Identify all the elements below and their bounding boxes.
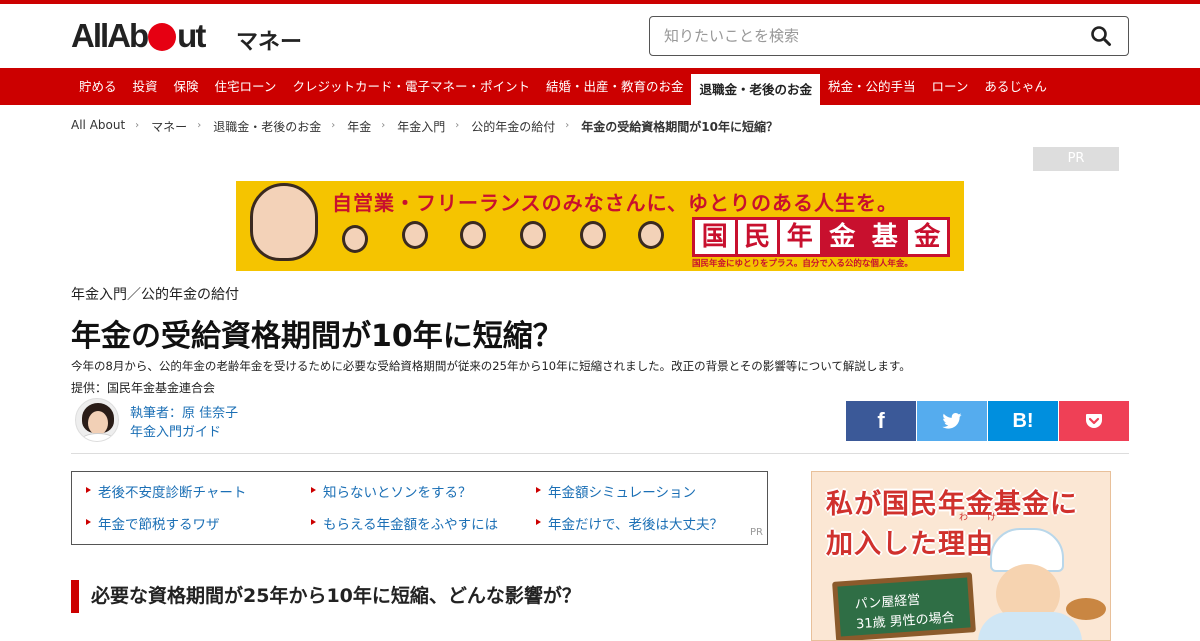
nav-item[interactable]: クレジットカード・電子マネー・ポイント [284,68,538,105]
breadcrumb-item[interactable]: 年金入門 [397,118,445,135]
chalkboard-sign: パン屋経営 31歳 男性の場合 [832,572,976,640]
hatena-icon: B! [1012,409,1034,432]
person-illustration [342,225,368,253]
brand-char: 金 [907,220,947,254]
divider [71,453,1129,454]
nav-item[interactable]: 貯める [71,68,125,105]
nav-item[interactable]: 退職金・老後のお金 [691,74,820,105]
breadcrumb-item[interactable]: マネー [151,118,187,135]
article-category[interactable]: 年金入門／公的年金の給付 [71,284,239,304]
nav-item[interactable]: あるじゃん [976,68,1055,105]
section-name[interactable]: マネー [236,24,302,56]
pr-link[interactable]: もらえる年金額をふやすには [311,513,498,533]
person-illustration [460,221,486,249]
brand-char: 国 [695,220,735,254]
section-heading: 必要な資格期間が25年から10年に短縮、どんな影響が？ [71,580,581,613]
breadcrumb-item[interactable]: 退職金・老後のお金 [213,118,321,135]
side-ad-headline: 加入した理由 [826,529,994,560]
brand-char: 基 [865,220,905,254]
pr-link[interactable]: 年金額シミュレーション [536,481,696,501]
brand-char: 年 [780,220,820,254]
page-title: 年金の受給資格期間が10年に短縮？ [71,319,563,354]
author-role-link[interactable]: 年金入門ガイド [130,421,221,440]
site-header: AllAb ut マネー [0,4,1200,68]
pr-label: PR [750,527,763,538]
breadcrumb-separator-icon: › [381,120,386,131]
author-info[interactable]: 執筆者：原 佳奈子 年金入門ガイド [71,398,271,444]
breadcrumb-item[interactable]: All About [71,118,125,135]
pr-link[interactable]: 知らないとソンをする？ [311,481,472,501]
search-box[interactable] [649,16,1129,56]
twitter-icon [942,413,962,429]
breadcrumb-item: 年金の受給資格期間が10年に短縮？ [581,120,778,134]
nav-item[interactable]: 保険 [166,68,207,105]
nav-item[interactable]: 投資 [125,68,166,105]
brand-char: 金 [822,220,862,254]
ad-banner[interactable]: 自営業・フリーランスのみなさんに、ゆとりのある人生を。 国民年金基金 国民年金に… [236,181,964,271]
side-ad-headline: 私が国民年金基金に [826,489,1078,520]
ad-headline: 自営業・フリーランスのみなさんに、ゆとりのある人生を。 [332,191,898,215]
breadcrumb-item[interactable]: 年金 [347,118,371,135]
bread-illustration [1066,598,1106,620]
hatena-bookmark-button[interactable]: B! [988,401,1058,441]
allabout-logo[interactable]: AllAb ut [71,17,206,54]
twitter-share-button[interactable] [917,401,987,441]
person-illustration [520,221,546,249]
breadcrumb: All About › マネー › 退職金・老後のお金 › 年金 › 年金入門 › 公的年金の給付 ›… [71,118,788,135]
category-nav: 貯める 投資 保険 住宅ローン クレジットカード・電子マネー・ポイント 結婚・出産・教育の… [0,68,1200,105]
breadcrumb-separator-icon: › [135,120,140,131]
search-icon[interactable] [1090,25,1112,47]
person-illustration [580,221,606,249]
article-lead: 今年の8月から、公的年金の老齢年金を受けるために必要な受給資格期間が従来の25年… [71,359,911,373]
pocket-button[interactable] [1059,401,1129,441]
nav-item[interactable]: ローン [924,68,977,105]
person-illustration [638,221,664,249]
nav-item[interactable]: 税金・公的手当 [820,68,924,105]
side-ad[interactable]: 私が国民年金基金に わ け 加入した理由 パン屋経営 31歳 男性の場合 [811,471,1111,641]
ad-subtext: 国民年金にゆとりをプラス。自分で入る公的な個人年金。 [692,259,913,269]
share-buttons: f B! [846,401,1129,441]
brand-char: 民 [737,220,777,254]
provider-credit: 提供：国民年金基金連合会 [71,381,216,395]
breadcrumb-separator-icon: › [565,120,570,131]
nav-item[interactable]: 住宅ローン [207,68,285,105]
person-illustration [402,221,428,249]
breadcrumb-separator-icon: › [455,120,460,131]
facebook-share-button[interactable]: f [846,401,916,441]
pr-label: PR [1033,147,1119,171]
breadcrumb-separator-icon: › [197,120,202,131]
pr-link[interactable]: 老後不安度診断チャート [86,481,246,501]
author-name-link[interactable]: 執筆者：原 佳奈子 [130,402,238,421]
pr-link[interactable]: 年金で節税するワザ [86,513,220,533]
breadcrumb-item[interactable]: 公的年金の給付 [471,118,555,135]
nav-item[interactable]: 結婚・出産・教育のお金 [538,68,692,105]
facebook-icon: f [877,408,885,433]
author-avatar[interactable] [75,398,119,442]
woman-illustration [250,183,318,261]
breadcrumb-separator-icon: › [331,120,336,131]
pr-link[interactable]: 年金だけで、老後は大丈夫？ [536,513,723,533]
search-input[interactable] [664,25,1064,47]
pocket-icon [1086,414,1102,428]
ad-brand-logo: 国民年金基金 [692,217,950,257]
pr-links-box: 老後不安度診断チャート 知らないとソンをする？ 年金額シミュレーション 年金で節… [71,471,768,545]
